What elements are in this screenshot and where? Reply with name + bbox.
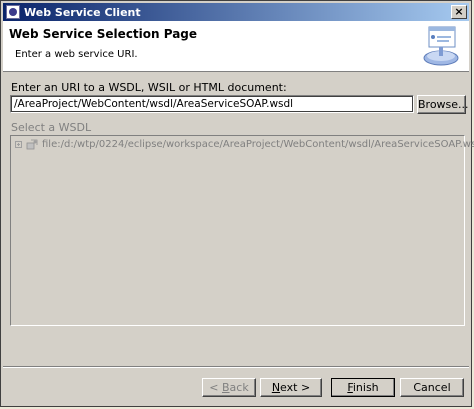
next-button[interactable]: Next > — [260, 378, 322, 397]
title-bar[interactable]: Web Service Client × — [3, 3, 469, 21]
finish-label-post: inish — [352, 381, 379, 394]
dialog-window: Web Service Client × Web Service Selecti… — [0, 0, 474, 407]
back-mnemonic: B — [222, 381, 230, 394]
uri-input[interactable]: /AreaProject/WebContent/wsdl/AreaService… — [10, 95, 414, 113]
expand-icon[interactable] — [15, 141, 22, 148]
tree-item[interactable]: file:/d:/wtp/0224/eclipse/workspace/Area… — [15, 139, 474, 150]
back-label-pre: < — [209, 381, 222, 394]
button-separator — [3, 366, 469, 368]
next-mnemonic: N — [271, 381, 281, 394]
finish-button[interactable]: Finish — [331, 378, 395, 397]
back-button[interactable]: < Back — [202, 378, 256, 397]
back-label-post: ack — [229, 381, 249, 394]
wsdl-file-icon — [26, 139, 38, 150]
wsdl-banner-icon — [423, 26, 459, 66]
wsdl-tree[interactable]: file:/d:/wtp/0224/eclipse/workspace/Area… — [10, 135, 474, 326]
wsdl-label: Select a WSDL — [11, 121, 92, 134]
browse-button[interactable]: Browse... — [417, 95, 469, 114]
close-button[interactable]: × — [451, 5, 467, 19]
next-label-post: ext > — [280, 381, 311, 394]
tree-item-label: file:/d:/wtp/0224/eclipse/workspace/Area… — [42, 139, 474, 150]
page-header: Web Service Selection Page Enter a web s… — [3, 21, 469, 72]
page-description: Enter a web service URI. — [15, 49, 138, 60]
page-title: Web Service Selection Page — [9, 27, 198, 41]
uri-label: Enter an URI to a WSDL, WSIL or HTML doc… — [11, 81, 287, 94]
eclipse-icon — [6, 5, 20, 19]
window-title: Web Service Client — [24, 5, 141, 19]
cancel-button[interactable]: Cancel — [400, 378, 464, 397]
